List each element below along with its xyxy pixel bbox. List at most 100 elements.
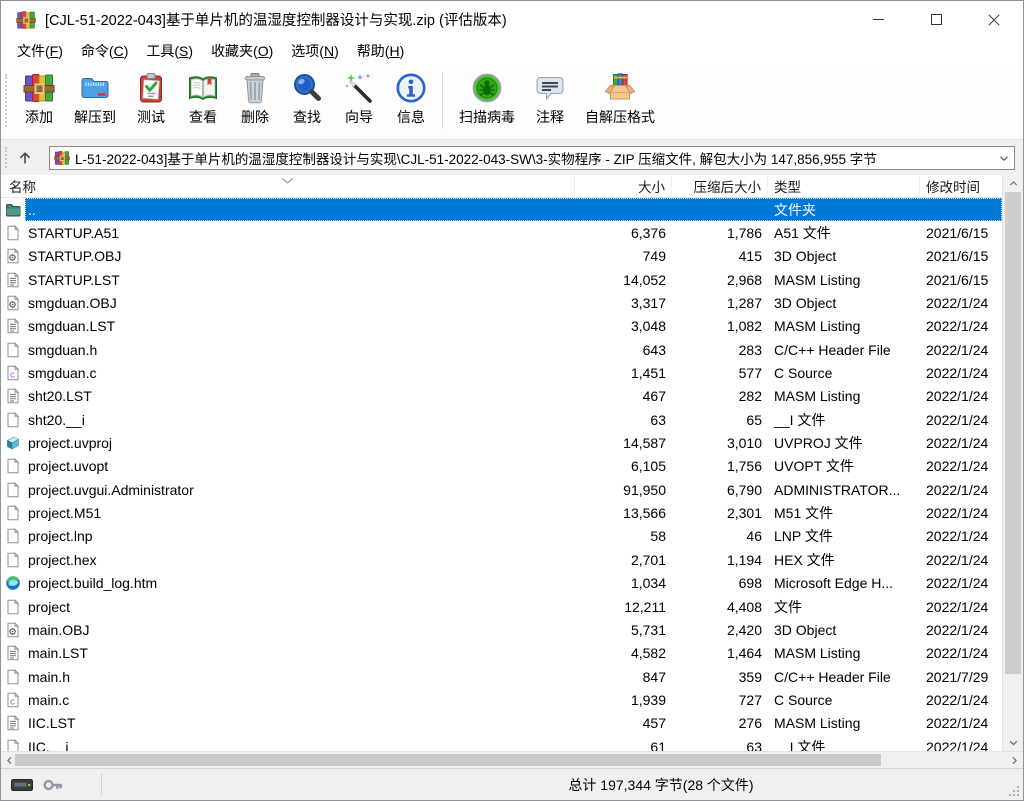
file-type-cell: MASM Listing <box>774 645 861 662</box>
table-row[interactable]: main.LST 4,582 1,464 MASM Listing 2022/1/24 <box>1 642 1002 665</box>
combobox-dropdown-button[interactable] <box>994 147 1014 169</box>
table-row[interactable]: smgduan.OBJ 3,317 1,287 3D Object 2022/1/24 <box>1 291 1002 314</box>
toolbar-button-find-magnifier[interactable]: 查找 <box>281 69 333 129</box>
table-row[interactable]: project.build_log.htm 1,034 698 Microsoft E… <box>1 572 1002 595</box>
menu-item-h[interactable]: 帮助(H) <box>348 38 413 64</box>
file-packed-cell: 698 <box>738 575 762 592</box>
file-packed-cell: 65 <box>746 411 762 428</box>
column-header-modified[interactable]: 修改时间 <box>920 175 1002 197</box>
file-name-text: main.LST <box>28 645 88 662</box>
table-row[interactable]: project.uvopt 6,105 1,756 UVOPT 文件 2022/1/24 <box>1 455 1002 478</box>
file-modified-cell: 2021/6/15 <box>926 248 989 265</box>
file-size-cell: 6,376 <box>630 225 666 242</box>
table-row[interactable]: main.c 1,939 727 C Source 2022/1/24 <box>1 688 1002 711</box>
table-row[interactable]: .. 文件夹 <box>1 198 1002 222</box>
toolbar-button-delete-trash[interactable]: 删除 <box>229 69 281 129</box>
file-type-cell: A51 文件 <box>774 225 831 242</box>
menu-item-s[interactable]: 工具(S) <box>137 38 202 64</box>
object-file-icon <box>5 248 21 264</box>
table-row[interactable]: project.lnp 58 46 LNP 文件 2022/1/24 <box>1 525 1002 548</box>
file-type-cell: C/C++ Header File <box>774 668 891 685</box>
table-row[interactable]: IIC.LST 457 276 MASM Listing 2022/1/24 <box>1 712 1002 735</box>
menu-item-n[interactable]: 选项(N) <box>282 38 347 64</box>
table-row[interactable]: smgduan.h 643 283 C/C++ Header File 2022/1/2… <box>1 338 1002 361</box>
find-magnifier-icon <box>291 72 323 104</box>
edge-html-icon <box>5 575 21 591</box>
table-row[interactable]: STARTUP.A51 6,376 1,786 A51 文件 2021/6/15 <box>1 221 1002 244</box>
c-source-icon <box>5 692 21 708</box>
table-row[interactable]: STARTUP.OBJ 749 415 3D Object 2021/6/15 <box>1 245 1002 268</box>
file-size-cell: 13,566 <box>623 505 666 522</box>
document-icon <box>5 458 21 474</box>
file-list-panel: 名称 大小 压缩后大小 类型 修改时间 .. 文件夹 STARTUP.A51 6,376 1,7… <box>1 175 1023 751</box>
table-row[interactable]: project.M51 13,566 2,301 M51 文件 2022/1/24 <box>1 501 1002 524</box>
document-icon <box>5 505 21 521</box>
table-row[interactable]: sht20.__i 63 65 __I 文件 2022/1/24 <box>1 408 1002 431</box>
listing-file-icon <box>5 272 21 288</box>
table-row[interactable]: smgduan.LST 3,048 1,082 MASM Listing 2022/1/… <box>1 315 1002 338</box>
menu-item-c[interactable]: 命令(C) <box>72 38 137 64</box>
menu-item-f[interactable]: 文件(F) <box>8 38 72 64</box>
table-row[interactable]: main.OBJ 5,731 2,420 3D Object 2022/1/24 <box>1 618 1002 641</box>
toolbar-button-comment[interactable]: 注释 <box>524 69 576 129</box>
file-name-cell: sht20.LST <box>1 388 575 404</box>
file-type-cell: MASM Listing <box>774 318 861 335</box>
document-icon <box>5 342 21 358</box>
minimize-button[interactable] <box>849 1 907 38</box>
toolbar-button-virus-scan[interactable]: 扫描病毒 <box>450 69 524 129</box>
scroll-right-button[interactable] <box>1006 752 1023 768</box>
up-one-level-button[interactable] <box>9 144 41 172</box>
toolbar-button-extract-to-folder[interactable]: 解压到 <box>65 69 125 129</box>
toolbar-button-view-book[interactable]: 查看 <box>177 69 229 129</box>
archive-path-combobox[interactable]: L-51-2022-043]基于单片机的温湿度控制器设计与实现\CJL-51-2… <box>49 145 1015 170</box>
table-row[interactable]: smgduan.c 1,451 577 C Source 2022/1/24 <box>1 361 1002 384</box>
vertical-scrollbar[interactable] <box>1002 175 1023 751</box>
file-modified-cell: 2022/1/24 <box>926 505 989 522</box>
archive-path-text: L-51-2022-043]基于单片机的温湿度控制器设计与实现\CJL-51-2… <box>75 151 877 167</box>
column-header-size[interactable]: 大小 <box>575 175 672 197</box>
toolbar-button-sfx-box[interactable]: 自解压格式 <box>576 69 664 129</box>
sfx-box-icon <box>604 72 636 104</box>
drive-icon[interactable] <box>11 777 33 793</box>
table-row[interactable]: project 12,211 4,408 文件 2022/1/24 <box>1 595 1002 618</box>
table-row[interactable]: IIC.__i 61 63 __I 文件 2022/1/24 <box>1 735 1002 751</box>
table-row[interactable]: project.uvgui.Administrator 91,950 6,790 AD… <box>1 478 1002 501</box>
scroll-down-button[interactable] <box>1003 734 1023 751</box>
file-packed-cell: 1,194 <box>726 551 762 568</box>
file-name-cell: smgduan.LST <box>1 318 575 334</box>
file-packed-cell: 1,082 <box>726 318 762 335</box>
menu-item-o[interactable]: 收藏夹(O) <box>202 38 282 64</box>
toolbar-button-winrar-add[interactable]: 添加 <box>13 69 65 129</box>
file-list-area: 名称 大小 压缩后大小 类型 修改时间 .. 文件夹 STARTUP.A51 6,376 1,7… <box>1 175 1002 751</box>
toolbar-button-wizard-wand[interactable]: 向导 <box>333 69 385 129</box>
table-row[interactable]: main.h 847 359 C/C++ Header File 2021/7/29 <box>1 665 1002 688</box>
file-size-cell: 61 <box>650 738 666 751</box>
key-icon[interactable] <box>42 777 64 793</box>
listing-file-icon <box>5 715 21 731</box>
table-row[interactable]: project.hex 2,701 1,194 HEX 文件 2022/1/24 <box>1 548 1002 571</box>
close-button[interactable] <box>965 1 1023 38</box>
horizontal-scrollbar[interactable] <box>1 751 1023 768</box>
maximize-button[interactable] <box>907 1 965 38</box>
table-row[interactable]: STARTUP.LST 14,052 2,968 MASM Listing 2021/6… <box>1 268 1002 291</box>
toolbar-button-test-clipboard[interactable]: 测试 <box>125 69 177 129</box>
object-file-icon <box>5 622 21 638</box>
horizontal-scroll-thumb[interactable] <box>15 754 881 766</box>
resize-grip-icon[interactable] <box>1008 785 1020 797</box>
file-name-text: IIC.__i <box>28 738 69 751</box>
vertical-scroll-thumb[interactable] <box>1005 192 1021 674</box>
scroll-up-button[interactable] <box>1003 175 1023 192</box>
column-header-packed[interactable]: 压缩后大小 <box>672 175 768 197</box>
file-name-cell: .. <box>1 202 575 218</box>
file-size-cell: 14,052 <box>623 271 666 288</box>
toolbar-button-info[interactable]: 信息 <box>385 69 437 129</box>
column-header-type[interactable]: 类型 <box>768 175 920 197</box>
file-list-body: .. 文件夹 STARTUP.A51 6,376 1,786 A51 文件 2021/6/1… <box>1 198 1002 751</box>
table-row[interactable]: sht20.LST 467 282 MASM Listing 2022/1/24 <box>1 385 1002 408</box>
document-icon <box>5 412 21 428</box>
file-size-cell: 6,105 <box>630 458 666 475</box>
toolbar-separator <box>442 72 443 129</box>
table-row[interactable]: project.uvproj 14,587 3,010 UVPROJ 文件 2022/1… <box>1 431 1002 454</box>
file-modified-cell: 2022/1/24 <box>926 365 989 382</box>
file-name-cell: project.build_log.htm <box>1 575 575 591</box>
